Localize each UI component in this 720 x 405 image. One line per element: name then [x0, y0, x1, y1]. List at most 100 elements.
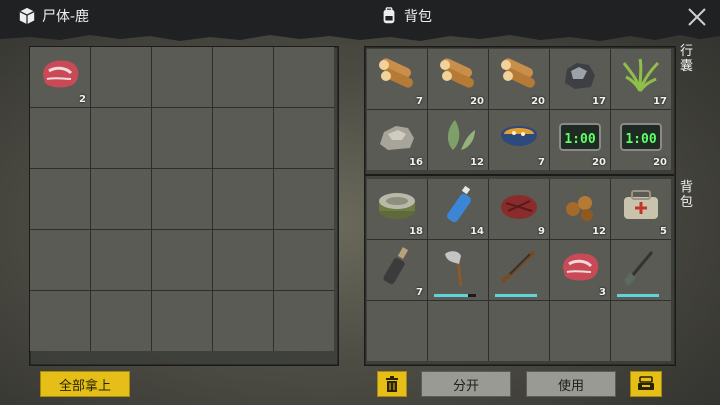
item-quantity: 14	[470, 226, 484, 237]
item-quantity: 3	[599, 287, 606, 298]
item-quantity: 17	[592, 96, 606, 107]
trash-icon	[386, 376, 398, 392]
inventory-slot[interactable]: 9	[489, 179, 549, 239]
item-quantity: 20	[653, 157, 667, 168]
timer-display: 1:00	[625, 132, 656, 147]
inventory-slot[interactable]: 7	[367, 49, 427, 109]
inventory-slot[interactable]: 1:00 20	[611, 110, 671, 170]
durability-bar	[434, 294, 476, 297]
trash-button[interactable]	[377, 371, 407, 397]
inventory-slot[interactable]	[91, 230, 151, 290]
inventory-slot[interactable]	[30, 230, 90, 290]
inventory-slot[interactable]	[489, 240, 549, 300]
item-quantity: 12	[470, 157, 484, 168]
stew-pot-icon	[501, 126, 537, 146]
water-bottle-icon	[447, 185, 471, 223]
inventory-slot[interactable]	[30, 108, 90, 168]
inventory-slot[interactable]	[91, 291, 151, 351]
inventory-slot[interactable]: 3	[550, 240, 610, 300]
item-quantity: 17	[653, 96, 667, 107]
backpack-title-text: 背包	[404, 9, 432, 25]
inventory-slot[interactable]	[30, 169, 90, 229]
backpack-label: 背包	[680, 180, 694, 210]
inventory-slot[interactable]	[213, 169, 273, 229]
satchel-label: 行囊	[680, 44, 694, 74]
inventory-slot[interactable]: 12	[428, 110, 488, 170]
inventory-slot[interactable]	[213, 230, 273, 290]
raw-meat-icon	[563, 253, 599, 281]
raw-venison-meat-icon	[43, 60, 79, 88]
inventory-slot[interactable]: 12	[550, 179, 610, 239]
inventory-slot[interactable]	[213, 108, 273, 168]
inventory-slot[interactable]	[91, 108, 151, 168]
inventory-slot[interactable]: 17	[611, 49, 671, 109]
inventory-slot[interactable]	[274, 169, 334, 229]
inventory-slot[interactable]	[30, 291, 90, 351]
durability-bar	[495, 294, 537, 297]
inventory-slot[interactable]	[489, 301, 549, 361]
nuts-icon	[566, 188, 593, 221]
inventory-slot[interactable]	[274, 47, 334, 107]
item-quantity: 20	[531, 96, 545, 107]
take-all-button[interactable]: 全部拿上	[40, 371, 130, 397]
timer-display: 1:00	[564, 132, 595, 147]
close-icon[interactable]	[686, 6, 708, 28]
inventory-slot[interactable]	[152, 291, 212, 351]
sort-icon	[638, 376, 654, 390]
inventory-slot[interactable]: 16	[367, 110, 427, 170]
inventory-slot[interactable]	[274, 291, 334, 351]
loot-grid: 2	[30, 47, 334, 351]
loot-panel: 2	[29, 46, 339, 366]
inventory-slot[interactable]: 2	[30, 47, 90, 107]
item-quantity: 16	[409, 157, 423, 168]
shovel-icon	[624, 251, 654, 286]
inventory-slot[interactable]	[367, 301, 427, 361]
inventory-slot[interactable]	[611, 240, 671, 300]
inventory-slot[interactable]	[213, 291, 273, 351]
inventory-slot[interactable]	[152, 108, 212, 168]
durability-bar	[617, 294, 659, 297]
backpack-grid: 18 14 9 12 5 7 3	[367, 179, 671, 361]
rifle-icon	[500, 250, 536, 284]
item-quantity: 2	[79, 94, 86, 105]
inventory-slot[interactable]	[274, 108, 334, 168]
inventory-slot[interactable]	[428, 301, 488, 361]
digital-timer-icon: 1:00	[559, 123, 601, 151]
inventory-slot[interactable]: 7	[367, 240, 427, 300]
inventory-slot[interactable]: 5	[611, 179, 671, 239]
inventory-slot[interactable]: 7	[489, 110, 549, 170]
inventory-slot[interactable]: 17	[550, 49, 610, 109]
inventory-slot[interactable]: 20	[428, 49, 488, 109]
use-button[interactable]: 使用	[526, 371, 616, 397]
inventory-slot[interactable]	[550, 301, 610, 361]
item-quantity: 7	[538, 157, 545, 168]
split-button[interactable]: 分开	[421, 371, 511, 397]
inventory-slot[interactable]	[152, 47, 212, 107]
inventory-slot[interactable]: 18	[367, 179, 427, 239]
inventory-slot[interactable]: 14	[428, 179, 488, 239]
backpack-title: 背包	[380, 6, 432, 26]
inventory-slot[interactable]	[91, 169, 151, 229]
canned-food-icon	[379, 193, 415, 219]
inventory-slot[interactable]	[152, 169, 212, 229]
item-quantity: 7	[416, 287, 423, 298]
inventory-slot[interactable]	[91, 47, 151, 107]
inventory-slot[interactable]	[428, 240, 488, 300]
cooked-meat-icon	[501, 195, 537, 219]
item-quantity: 20	[592, 157, 606, 168]
inventory-slot[interactable]: 1:00 20	[550, 110, 610, 170]
loot-title-text: 尸体-鹿	[42, 9, 90, 25]
loot-title: 尸体-鹿	[18, 6, 89, 26]
log-icon	[440, 58, 474, 88]
inventory-slot[interactable]	[274, 230, 334, 290]
grass-fiber-icon	[622, 58, 660, 92]
backpack-icon	[383, 7, 395, 24]
inventory-slot[interactable]	[152, 230, 212, 290]
inventory-slot[interactable]: 20	[489, 49, 549, 109]
inventory-slot[interactable]	[611, 301, 671, 361]
molotov-bottle-icon	[383, 247, 409, 285]
digital-timer-icon: 1:00	[620, 123, 662, 151]
sort-button[interactable]	[630, 371, 662, 397]
top-bar	[0, 0, 720, 34]
inventory-slot[interactable]	[213, 47, 273, 107]
